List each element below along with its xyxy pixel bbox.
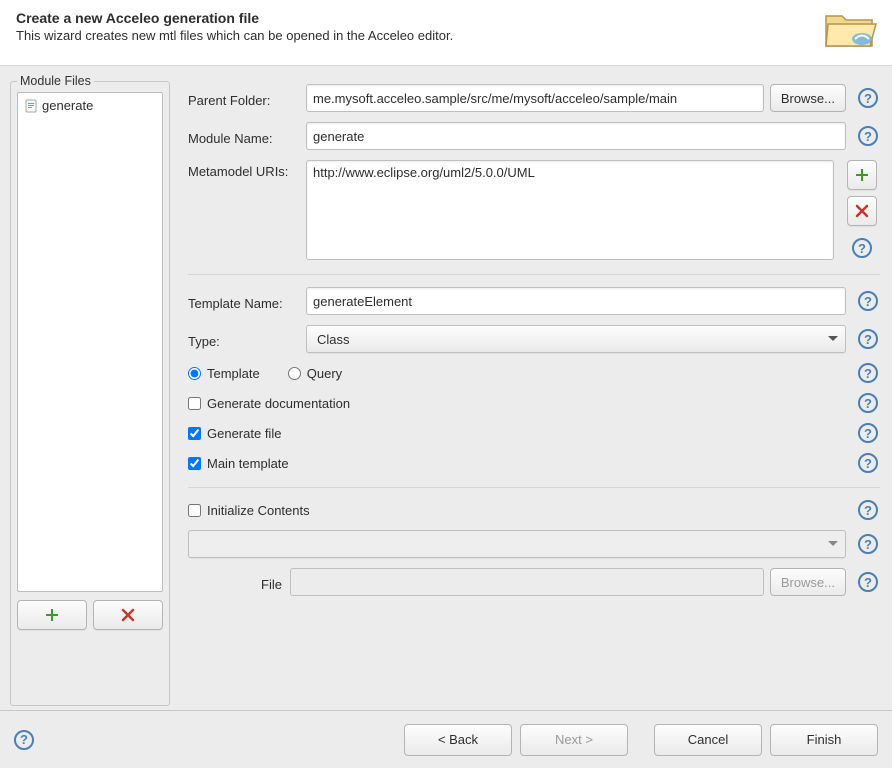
remove-module-button[interactable] xyxy=(93,600,163,630)
module-files-group: Module Files generate xyxy=(10,74,170,706)
check-main-template[interactable]: Main template xyxy=(188,456,289,471)
metamodel-uris-list[interactable]: http://www.eclipse.org/uml2/5.0.0/UML xyxy=(306,160,834,260)
metamodel-uris-label: Metamodel URIs: xyxy=(188,160,306,179)
help-icon[interactable]: ? xyxy=(858,363,878,383)
file-input xyxy=(290,568,764,596)
check-generate-documentation[interactable]: Generate documentation xyxy=(188,396,350,411)
remove-metamodel-button[interactable] xyxy=(847,196,877,226)
type-label: Type: xyxy=(188,330,306,349)
wizard-header: Create a new Acceleo generation file Thi… xyxy=(0,0,892,66)
check-initialize-contents-label: Initialize Contents xyxy=(207,503,310,518)
radio-template[interactable]: Template xyxy=(188,366,260,381)
module-file-icon xyxy=(24,99,38,113)
help-icon[interactable]: ? xyxy=(858,393,878,413)
template-name-label: Template Name: xyxy=(188,292,306,311)
template-name-input[interactable] xyxy=(306,287,846,315)
add-metamodel-button[interactable] xyxy=(847,160,877,190)
parent-folder-input[interactable] xyxy=(306,84,764,112)
help-icon[interactable]: ? xyxy=(858,291,878,311)
radio-query[interactable]: Query xyxy=(288,366,342,381)
check-generate-documentation-label: Generate documentation xyxy=(207,396,350,411)
plus-icon xyxy=(45,608,59,622)
cancel-button[interactable]: Cancel xyxy=(654,724,762,756)
radio-query-input[interactable] xyxy=(288,367,301,380)
type-select[interactable]: Class xyxy=(306,325,846,353)
tree-item-label: generate xyxy=(42,98,93,113)
back-button[interactable]: < Back xyxy=(404,724,512,756)
tree-item[interactable]: generate xyxy=(22,97,158,114)
parent-folder-label: Parent Folder: xyxy=(188,89,306,108)
help-icon[interactable]: ? xyxy=(858,329,878,349)
wizard-subtitle: This wizard creates new mtl files which … xyxy=(16,28,876,43)
help-icon[interactable]: ? xyxy=(858,88,878,108)
help-icon[interactable]: ? xyxy=(858,534,878,554)
wizard-footer: ? < Back Next > Cancel Finish xyxy=(0,710,892,768)
chevron-down-icon xyxy=(828,541,838,547)
form-area: Parent Folder: Browse... ? Module Name: … xyxy=(188,74,880,706)
module-files-tree[interactable]: generate xyxy=(17,92,163,592)
check-main-template-input[interactable] xyxy=(188,457,201,470)
check-generate-file[interactable]: Generate file xyxy=(188,426,281,441)
help-icon[interactable]: ? xyxy=(858,126,878,146)
help-icon[interactable]: ? xyxy=(14,730,34,750)
help-icon[interactable]: ? xyxy=(858,572,878,592)
type-select-value: Class xyxy=(317,332,350,347)
module-name-label: Module Name: xyxy=(188,127,306,146)
chevron-down-icon xyxy=(828,336,838,342)
check-initialize-contents[interactable]: Initialize Contents xyxy=(188,503,310,518)
check-generate-file-label: Generate file xyxy=(207,426,281,441)
check-initialize-contents-input[interactable] xyxy=(188,504,201,517)
module-files-legend: Module Files xyxy=(17,74,94,88)
plus-icon xyxy=(855,168,869,182)
finish-button[interactable]: Finish xyxy=(770,724,878,756)
file-label: File xyxy=(188,573,290,592)
wizard-title: Create a new Acceleo generation file xyxy=(16,10,876,26)
file-browse-button: Browse... xyxy=(770,568,846,596)
separator xyxy=(188,274,880,275)
radio-query-label: Query xyxy=(307,366,342,381)
add-module-button[interactable] xyxy=(17,600,87,630)
check-generate-documentation-input[interactable] xyxy=(188,397,201,410)
x-icon xyxy=(121,608,135,622)
help-icon[interactable]: ? xyxy=(852,238,872,258)
help-icon[interactable]: ? xyxy=(858,453,878,473)
initialize-type-select[interactable] xyxy=(188,530,846,558)
radio-template-label: Template xyxy=(207,366,260,381)
check-main-template-label: Main template xyxy=(207,456,289,471)
metamodel-uri-item[interactable]: http://www.eclipse.org/uml2/5.0.0/UML xyxy=(313,165,827,180)
separator xyxy=(188,487,880,488)
check-generate-file-input[interactable] xyxy=(188,427,201,440)
x-icon xyxy=(855,204,869,218)
radio-template-input[interactable] xyxy=(188,367,201,380)
parent-folder-browse-button[interactable]: Browse... xyxy=(770,84,846,112)
module-name-input[interactable] xyxy=(306,122,846,150)
help-icon[interactable]: ? xyxy=(858,500,878,520)
next-button: Next > xyxy=(520,724,628,756)
help-icon[interactable]: ? xyxy=(858,423,878,443)
wizard-banner-icon xyxy=(822,6,878,50)
